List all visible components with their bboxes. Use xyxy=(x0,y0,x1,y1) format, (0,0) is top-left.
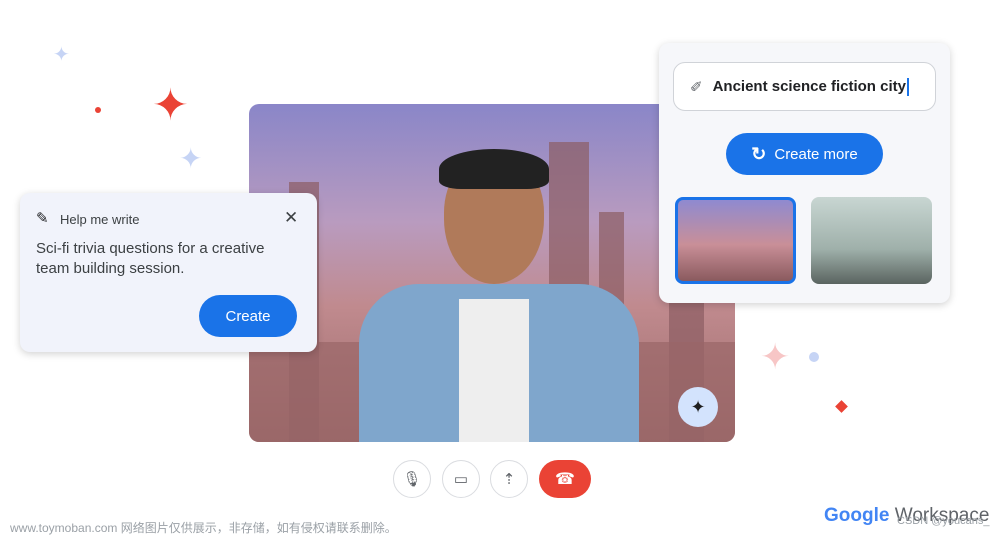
sparkle-icon: ✦ xyxy=(760,336,791,377)
watermark-right: CSDN @youcans_ xyxy=(897,515,990,527)
close-icon[interactable]: ✕ xyxy=(284,208,298,228)
ai-effects-button[interactable]: ✦ xyxy=(678,387,718,427)
present-screen-button[interactable]: ⇡ xyxy=(490,460,528,498)
dot-icon xyxy=(95,107,101,113)
prompt-value: Ancient science fiction city xyxy=(712,78,906,95)
create-more-label: Create more xyxy=(774,145,858,163)
watermark-left: www.toymoban.com 网络图片仅供展示，非存储，如有侵权请联系删除。 xyxy=(10,521,397,535)
prompt-text[interactable]: Sci-fi trivia questions for a creative t… xyxy=(36,239,286,279)
sparkle-icon: ✦ xyxy=(53,44,70,66)
sparkle-icon: ✦ xyxy=(152,81,189,130)
card-title: Help me write xyxy=(60,212,140,227)
create-button[interactable]: Create xyxy=(199,295,297,337)
camera-icon: ▭ xyxy=(453,471,469,488)
prompt-input[interactable]: ✐ Ancient science fiction city xyxy=(673,62,936,111)
create-more-button[interactable]: ↻ Create more xyxy=(726,133,883,175)
end-call-button[interactable]: ☎ xyxy=(539,460,591,498)
dot-icon xyxy=(809,352,819,362)
microphone-button[interactable]: 🎙 xyxy=(393,460,431,498)
generated-image-thumbnail[interactable] xyxy=(811,197,932,284)
participant xyxy=(339,149,659,442)
generated-image-thumbnail-selected[interactable] xyxy=(675,197,796,284)
camera-button[interactable]: ▭ xyxy=(442,460,480,498)
image-generation-card: ✐ Ancient science fiction city ↻ Create … xyxy=(659,43,950,303)
present-screen-icon: ⇡ xyxy=(502,471,516,488)
diamond-icon xyxy=(835,400,848,413)
end-call-icon: ☎ xyxy=(555,471,575,488)
google-wordmark: Google xyxy=(824,505,890,526)
refresh-icon: ↻ xyxy=(751,143,767,164)
brush-sparkle-icon: ✐ xyxy=(690,78,703,96)
help-me-write-card: ✎ Help me write ✕ Sci-fi trivia question… xyxy=(20,193,317,352)
pencil-sparkle-icon: ✎ xyxy=(36,210,49,227)
sparkle-icon: ✦ xyxy=(179,143,203,174)
microphone-icon: 🎙 xyxy=(402,471,422,488)
text-cursor xyxy=(906,77,909,96)
